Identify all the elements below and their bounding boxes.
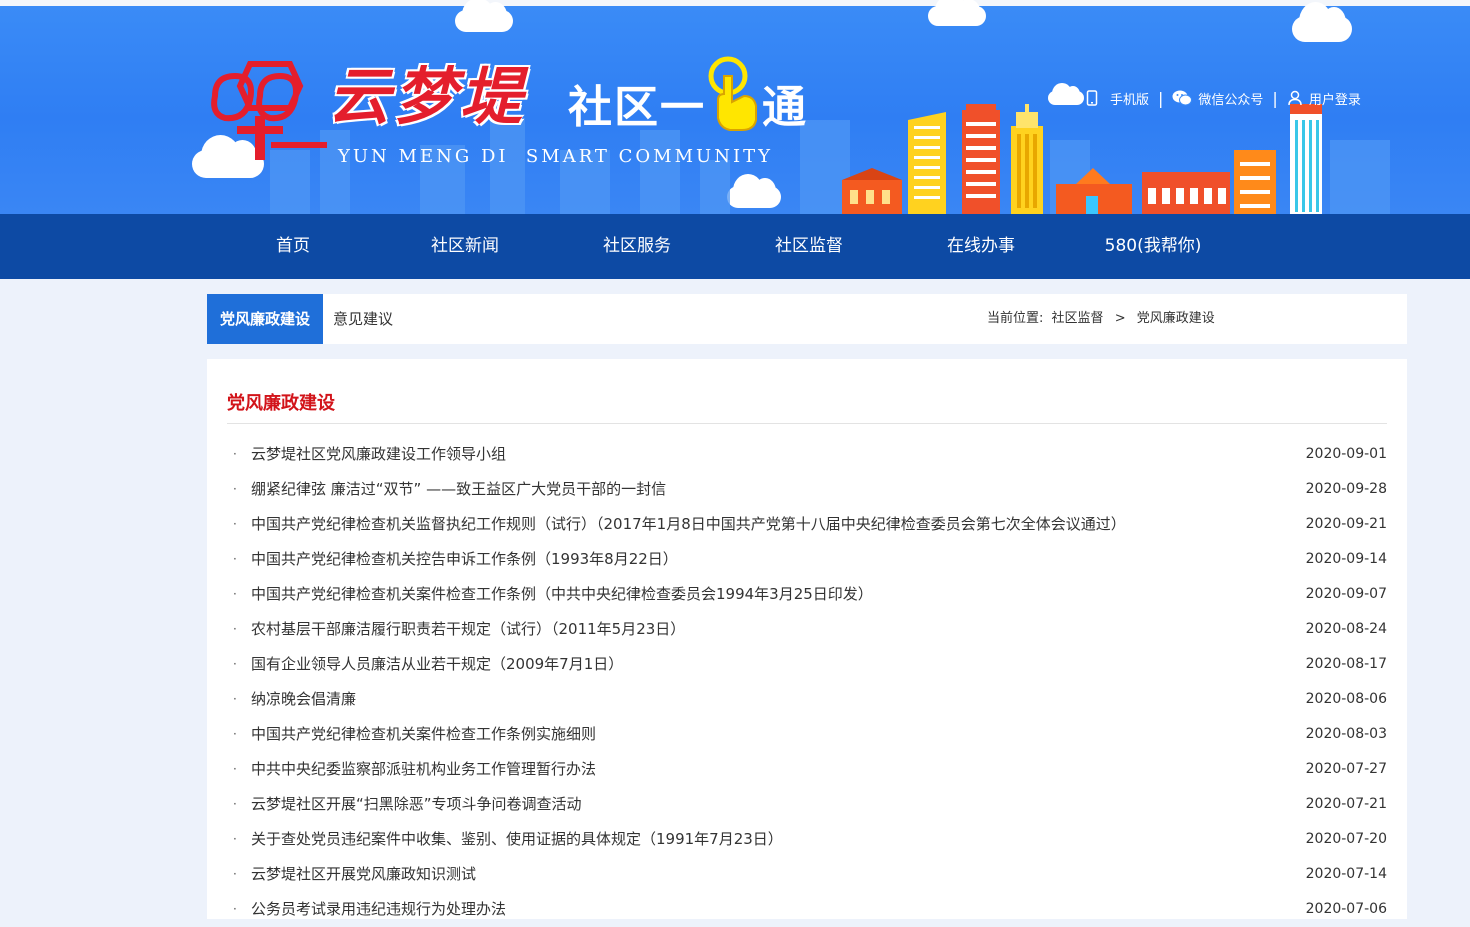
user-icon xyxy=(1288,90,1302,106)
article-title[interactable]: 中国共产党纪律检查机关控告申诉工作条例（1993年8月22日） xyxy=(251,542,678,577)
bullet: · xyxy=(233,832,237,846)
article-date: 2020-09-28 xyxy=(1305,481,1387,497)
bullet: · xyxy=(233,622,237,636)
list-item[interactable]: · 云梦堤社区开展党风廉政知识测试 2020-07-14 xyxy=(227,857,1387,892)
content-panel: 党风廉政建设 · 云梦堤社区党风廉政建设工作领导小组 2020-09-01 · 绷紧纪… xyxy=(207,359,1407,919)
article-title[interactable]: 中共中央纪委监察部派驻机构业务工作管理暂行办法 xyxy=(251,752,596,787)
bullet: · xyxy=(233,692,237,706)
article-title[interactable]: 中国共产党纪律检查机关案件检查工作条例（中共中央纪律检查委员会1994年3月25… xyxy=(251,577,873,612)
article-date: 2020-09-07 xyxy=(1305,586,1387,602)
article-date: 2020-07-14 xyxy=(1305,866,1387,882)
article-title[interactable]: 中国共产党纪律检查机关案件检查工作条例实施细则 xyxy=(251,717,596,752)
bullet: · xyxy=(233,657,237,671)
nav-item-online-affairs[interactable]: 在线办事 xyxy=(895,214,1067,279)
mobile-link-label: 手机版 xyxy=(1110,92,1150,108)
article-title[interactable]: 农村基层干部廉洁履行职责若干规定（试行）（2011年5月23日） xyxy=(251,612,685,647)
pointing-hand-icon xyxy=(708,56,757,131)
article-date: 2020-09-21 xyxy=(1305,516,1387,532)
site-title-cn: 云梦堤 xyxy=(328,60,527,133)
nav-item-community-supervision[interactable]: 社区监督 xyxy=(723,214,895,279)
wechat-link[interactable]: 微信公众号 xyxy=(1172,89,1263,108)
top-links: 手机版 | 微信公众号 | 用户登录 xyxy=(1086,87,1361,109)
nav-item-580-help[interactable]: 580(我帮你) xyxy=(1067,214,1239,279)
breadcrumb-item[interactable]: 党风廉政建设 xyxy=(1137,311,1215,326)
user-login-label: 用户登录 xyxy=(1308,92,1361,108)
tab-suggestions[interactable]: 意见建议 xyxy=(333,294,393,344)
article-date: 2020-08-03 xyxy=(1305,726,1387,742)
site-title-en: YUN MENG DI SMART COMMUNITY xyxy=(338,146,773,167)
mobile-phone-icon xyxy=(1086,90,1098,106)
list-item[interactable]: · 关于查处党员违纪案件中收集、鉴别、使用证据的具体规定（1991年7月23日） 2… xyxy=(227,822,1387,857)
bullet: · xyxy=(233,587,237,601)
section-divider xyxy=(227,423,1387,424)
article-list: · 云梦堤社区党风廉政建设工作领导小组 2020-09-01 · 绷紧纪律弦 廉洁过“… xyxy=(227,437,1387,927)
bullet: · xyxy=(233,902,237,916)
list-item[interactable]: · 绷紧纪律弦 廉洁过“双节” ——致王益区广大党员干部的一封信 2020-09-2… xyxy=(227,472,1387,507)
section-title: 党风廉政建设 xyxy=(227,393,335,414)
article-date: 2020-08-24 xyxy=(1305,621,1387,637)
article-title[interactable]: 云梦堤社区开展党风廉政知识测试 xyxy=(251,857,476,892)
list-item[interactable]: · 纳凉晚会倡清廉 2020-08-06 xyxy=(227,682,1387,717)
bullet: · xyxy=(233,727,237,741)
list-item[interactable]: · 中国共产党纪律检查机关控告申诉工作条例（1993年8月22日） 2020-09-… xyxy=(227,542,1387,577)
nav-item-community-service[interactable]: 社区服务 xyxy=(551,214,723,279)
list-item[interactable]: · 农村基层干部廉洁履行职责若干规定（试行）（2011年5月23日） 2020-08… xyxy=(227,612,1387,647)
bullet: · xyxy=(233,762,237,776)
article-title[interactable]: 公务员考试录用违纪违规行为处理办法 xyxy=(251,892,506,927)
china-community-logo-icon xyxy=(211,61,327,160)
mobile-link[interactable]: 手机版 xyxy=(1086,89,1149,108)
list-item[interactable]: · 国有企业领导人员廉洁从业若干规定（2009年7月1日） 2020-08-17 xyxy=(227,647,1387,682)
wechat-icon xyxy=(1172,90,1193,106)
nav-item-home[interactable]: 首页 xyxy=(207,214,379,279)
link-separator: | xyxy=(1272,88,1278,108)
breadcrumb-arrow: > xyxy=(1114,311,1126,326)
list-item[interactable]: · 中国共产党纪律检查机关监督执纪工作规则（试行）（2017年1月8日中国共产党第… xyxy=(227,507,1387,542)
article-date: 2020-08-17 xyxy=(1305,656,1387,672)
article-date: 2020-07-27 xyxy=(1305,761,1387,777)
article-date: 2020-07-20 xyxy=(1305,831,1387,847)
bullet: · xyxy=(233,482,237,496)
article-date: 2020-08-06 xyxy=(1305,691,1387,707)
breadcrumb-item[interactable]: 社区监督 xyxy=(1052,311,1104,326)
tab-party-integrity[interactable]: 党风廉政建设 xyxy=(207,294,323,344)
list-item[interactable]: · 中国共产党纪律检查机关案件检查工作条例（中共中央纪律检查委员会1994年3月2… xyxy=(227,577,1387,612)
breadcrumb-prefix: 当前位置: xyxy=(987,311,1044,326)
bullet: · xyxy=(233,552,237,566)
site-title-suffix-2: 通 xyxy=(762,82,806,133)
list-item[interactable]: · 公务员考试录用违纪违规行为处理办法 2020-07-06 xyxy=(227,892,1387,927)
wechat-link-label: 微信公众号 xyxy=(1198,92,1264,108)
list-item[interactable]: · 云梦堤社区党风廉政建设工作领导小组 2020-09-01 xyxy=(227,437,1387,472)
sub-nav-bar: 党风廉政建设 意见建议 当前位置: 社区监督 > 党风廉政建设 xyxy=(207,294,1407,344)
main-nav: 首页 社区新闻 社区服务 社区监督 在线办事 580(我帮你) xyxy=(0,214,1470,279)
article-title[interactable]: 关于查处党员违纪案件中收集、鉴别、使用证据的具体规定（1991年7月23日） xyxy=(251,822,783,857)
article-date: 2020-07-06 xyxy=(1305,901,1387,917)
article-title[interactable]: 国有企业领导人员廉洁从业若干规定（2009年7月1日） xyxy=(251,647,623,682)
link-separator: | xyxy=(1158,88,1164,108)
breadcrumb: 当前位置: 社区监督 > 党风廉政建设 xyxy=(987,294,1215,344)
bullet: · xyxy=(233,447,237,461)
article-title[interactable]: 中国共产党纪律检查机关监督执纪工作规则（试行）（2017年1月8日中国共产党第十… xyxy=(251,507,1126,542)
article-date: 2020-09-01 xyxy=(1305,446,1387,462)
nav-item-community-news[interactable]: 社区新闻 xyxy=(379,214,551,279)
article-date: 2020-09-14 xyxy=(1305,551,1387,567)
article-title[interactable]: 绷紧纪律弦 廉洁过“双节” ——致王益区广大党员干部的一封信 xyxy=(251,472,666,507)
list-item[interactable]: · 云梦堤社区开展“扫黑除恶”专项斗争问卷调查活动 2020-07-21 xyxy=(227,787,1387,822)
article-date: 2020-07-21 xyxy=(1305,796,1387,812)
list-item[interactable]: · 中共中央纪委监察部派驻机构业务工作管理暂行办法 2020-07-27 xyxy=(227,752,1387,787)
user-login-link[interactable]: 用户登录 xyxy=(1287,89,1361,108)
bullet: · xyxy=(233,517,237,531)
bullet: · xyxy=(233,867,237,881)
list-item[interactable]: · 中国共产党纪律检查机关案件检查工作条例实施细则 2020-08-03 xyxy=(227,717,1387,752)
site-title-suffix: 社区一 xyxy=(568,82,706,133)
article-title[interactable]: 云梦堤社区党风廉政建设工作领导小组 xyxy=(251,437,506,472)
header-banner: 云梦堤 社区一 通 YUN MENG DI SMART COMMUNITY 手机… xyxy=(0,0,1470,214)
bullet: · xyxy=(233,797,237,811)
article-title[interactable]: 纳凉晚会倡清廉 xyxy=(251,682,356,717)
article-title[interactable]: 云梦堤社区开展“扫黑除恶”专项斗争问卷调查活动 xyxy=(251,787,582,822)
